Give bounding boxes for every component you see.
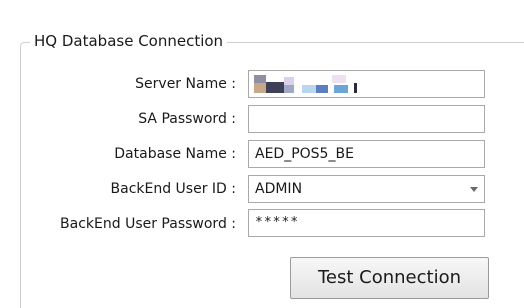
chevron-down-icon[interactable] (470, 187, 478, 192)
backend-user-password-label: BackEnd User Password : (60, 216, 236, 232)
server-name-label: Server Name : (135, 76, 236, 92)
connection-panel: HQ Database Connection Server Name : SA … (0, 0, 524, 308)
group-title: HQ Database Connection (30, 31, 228, 51)
backend-user-id-combo[interactable]: ADMIN (248, 175, 485, 203)
backend-user-id-label: BackEnd User ID : (110, 181, 236, 197)
redacted-server-name (254, 75, 364, 93)
server-name-field[interactable] (248, 70, 485, 98)
sa-password-field[interactable] (248, 105, 485, 133)
sa-password-label: SA Password : (138, 111, 236, 127)
test-connection-button[interactable]: Test Connection (290, 257, 489, 299)
backend-user-id-value: ADMIN (255, 181, 303, 197)
backend-user-password-field[interactable]: ***** (248, 209, 485, 237)
database-name-label: Database Name : (114, 146, 236, 162)
database-name-field[interactable]: AED_POS5_BE (248, 140, 485, 168)
